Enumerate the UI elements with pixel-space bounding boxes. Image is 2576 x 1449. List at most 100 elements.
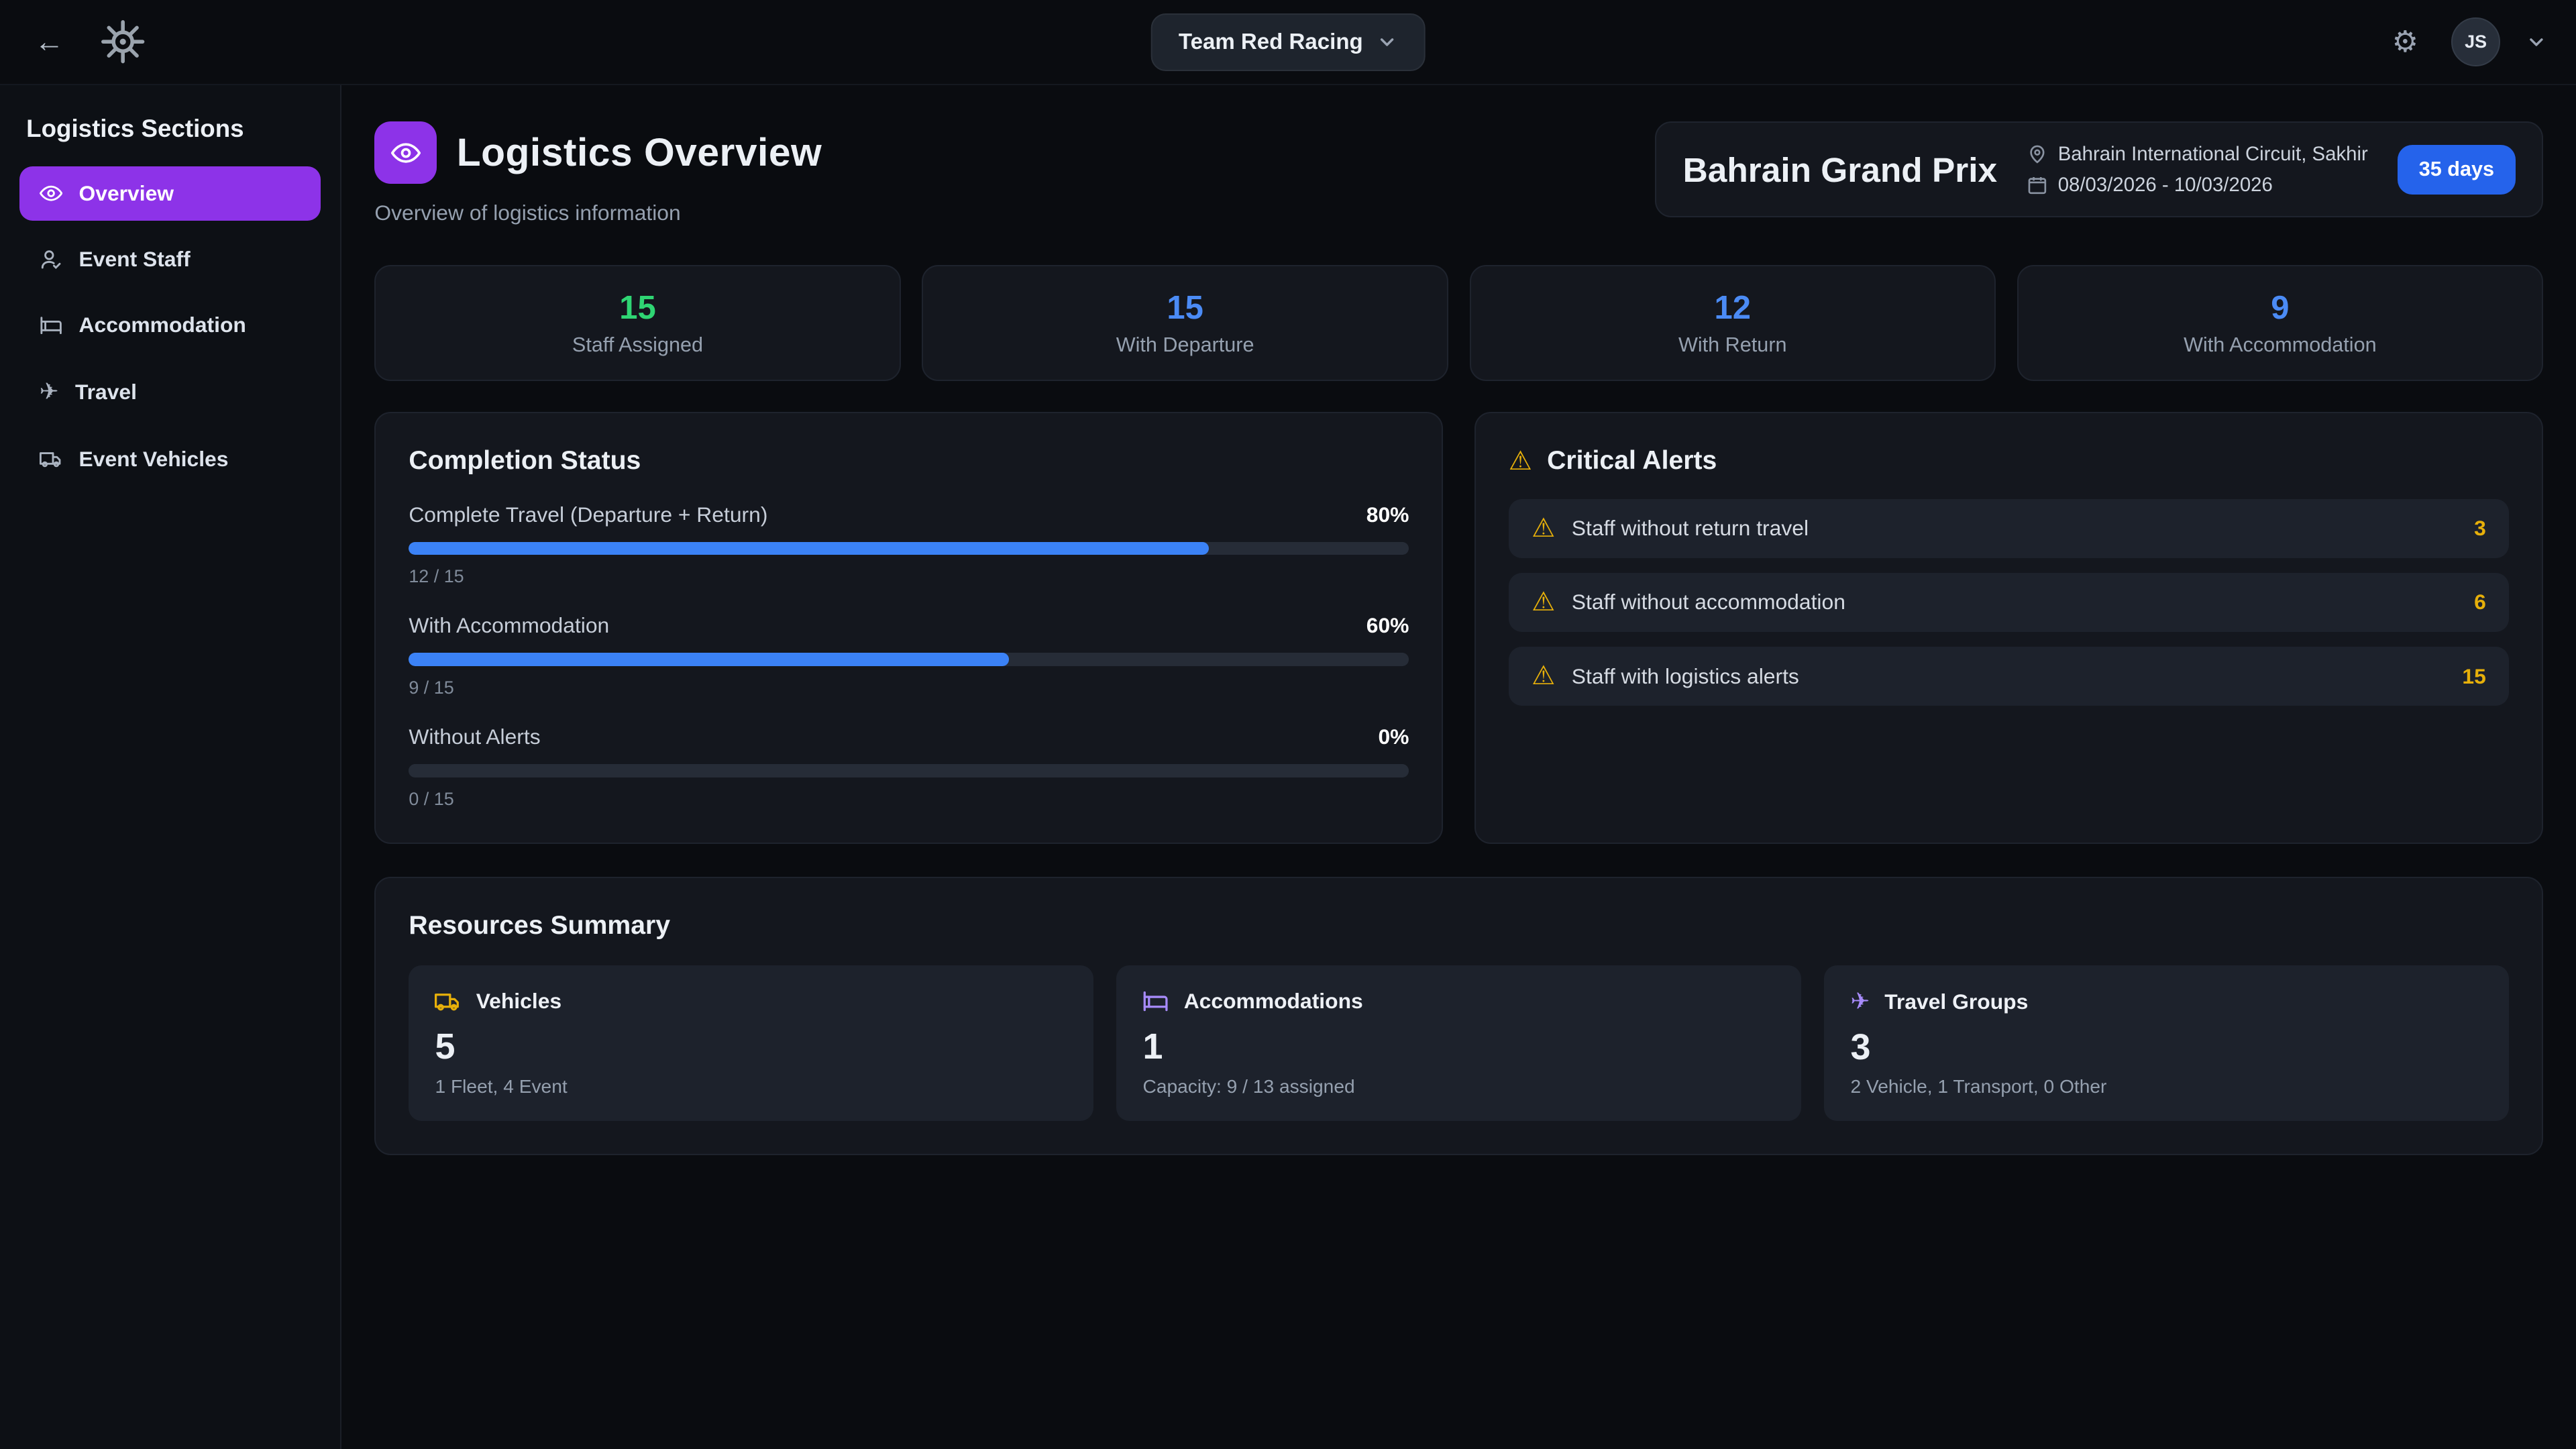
- middle-row: Completion Status Complete Travel (Depar…: [374, 412, 2543, 844]
- app-logo-steering-wheel-icon: [92, 11, 154, 73]
- resource-grid: Vehicles 5 1 Fleet, 4 Event Accommodatio…: [409, 965, 2509, 1121]
- warning-triangle-icon: ⚠: [1532, 589, 1555, 615]
- truck-icon: [435, 988, 461, 1014]
- app-root: ← Team Red Racing: [0, 0, 2576, 1449]
- alert-item-return-travel[interactable]: ⚠ Staff without return travel 3: [1509, 499, 2509, 558]
- shell: Logistics Sections Overview Event Staff …: [0, 85, 2576, 1449]
- user-icon: [40, 248, 62, 270]
- warning-triangle-icon: ⚠: [1532, 663, 1555, 689]
- completion-status-title: Completion Status: [409, 446, 1409, 476]
- critical-alerts-card: ⚠ Critical Alerts ⚠ Staff without return…: [1474, 412, 2543, 844]
- team-selector-button[interactable]: Team Red Racing: [1151, 13, 1426, 71]
- alert-count: 3: [2474, 516, 2486, 541]
- topbar-left: ←: [23, 11, 154, 73]
- alert-list: ⚠ Staff without return travel 3 ⚠ Staff …: [1509, 499, 2509, 706]
- alert-count: 6: [2474, 590, 2486, 614]
- stat-label: Staff Assigned: [399, 333, 877, 357]
- progress-percent: 0%: [1378, 724, 1409, 749]
- progress-count: 12 / 15: [409, 566, 1409, 587]
- alert-label: Staff without accommodation: [1572, 590, 1845, 614]
- page-header-left: Logistics Overview Overview of logistics…: [374, 121, 822, 225]
- progress-row-complete-travel: Complete Travel (Departure + Return) 80%…: [409, 502, 1409, 588]
- event-card: Bahrain Grand Prix Bahrain International…: [1655, 121, 2543, 217]
- warning-triangle-icon: ⚠: [1532, 515, 1555, 541]
- settings-button[interactable]: ⚙: [2379, 15, 2431, 68]
- alert-label: Staff with logistics alerts: [1572, 664, 1799, 689]
- resource-detail: 1 Fleet, 4 Event: [435, 1076, 1067, 1097]
- gear-icon: ⚙: [2392, 25, 2419, 59]
- sidebar-item-label: Overview: [79, 181, 174, 206]
- progress-fill: [409, 542, 1209, 555]
- sidebar-item-label: Travel: [75, 380, 137, 405]
- stats-row: 15 Staff Assigned 15 With Departure 12 W…: [374, 265, 2543, 381]
- resource-label: Travel Groups: [1884, 989, 2028, 1014]
- progress-row-without-alerts: Without Alerts 0% 0 / 15: [409, 724, 1409, 810]
- progress-count: 9 / 15: [409, 678, 1409, 698]
- stat-card-staff-assigned: 15 Staff Assigned: [374, 265, 900, 381]
- event-location: Bahrain International Circuit, Sakhir: [2058, 143, 2368, 166]
- page-header: Logistics Overview Overview of logistics…: [374, 121, 2543, 225]
- stat-card-with-departure: 15 With Departure: [922, 265, 1448, 381]
- stat-label: With Accommodation: [2041, 333, 2519, 357]
- resource-value: 5: [435, 1026, 1067, 1067]
- progress-fill: [409, 653, 1009, 666]
- stat-label: With Return: [1494, 333, 1972, 357]
- sidebar-item-label: Event Vehicles: [79, 447, 229, 472]
- sidebar-item-label: Accommodation: [79, 313, 246, 337]
- completion-status-card: Completion Status Complete Travel (Depar…: [374, 412, 1443, 844]
- event-dates: 08/03/2026 - 10/03/2026: [2058, 174, 2273, 197]
- warning-triangle-icon: ⚠: [1509, 448, 1532, 474]
- critical-alerts-title: Critical Alerts: [1547, 446, 1717, 476]
- page-title: Logistics Overview: [457, 130, 822, 175]
- chevron-down-icon: [2526, 32, 2547, 53]
- stat-value: 15: [399, 289, 877, 327]
- bed-icon: [1142, 988, 1169, 1014]
- resource-card-vehicles: Vehicles 5 1 Fleet, 4 Event: [409, 965, 1093, 1121]
- topbar: ← Team Red Racing: [0, 0, 2576, 85]
- resources-summary-card: Resources Summary Vehicles 5 1 Fleet, 4 …: [374, 877, 2543, 1155]
- plane-icon: ✈: [40, 378, 59, 405]
- sidebar-item-overview[interactable]: Overview: [19, 166, 321, 221]
- topbar-right: ⚙ JS: [2379, 15, 2553, 68]
- sidebar-title: Logistics Sections: [19, 115, 321, 166]
- sidebar: Logistics Sections Overview Event Staff …: [0, 85, 341, 1449]
- calendar-icon: [2027, 174, 2048, 196]
- progress-label: Complete Travel (Departure + Return): [409, 502, 767, 527]
- event-name: Bahrain Grand Prix: [1683, 150, 1998, 190]
- team-selector-label: Team Red Racing: [1179, 30, 1363, 55]
- resource-label: Accommodations: [1184, 989, 1363, 1014]
- page-subtitle: Overview of logistics information: [374, 201, 822, 225]
- progress-track: [409, 653, 1409, 666]
- sidebar-item-event-vehicles[interactable]: Event Vehicles: [19, 432, 321, 486]
- resource-value: 1: [1142, 1026, 1774, 1067]
- progress-track: [409, 764, 1409, 777]
- alert-item-logistics-alerts[interactable]: ⚠ Staff with logistics alerts 15: [1509, 647, 2509, 706]
- resource-label: Vehicles: [476, 989, 561, 1014]
- days-remaining-badge: 35 days: [2398, 145, 2516, 195]
- resource-value: 3: [1851, 1026, 2483, 1068]
- bed-icon: [40, 314, 62, 337]
- profile-menu-button[interactable]: [2520, 15, 2553, 68]
- avatar[interactable]: JS: [2451, 17, 2500, 66]
- eye-icon: [40, 182, 62, 205]
- back-arrow-icon: ←: [34, 25, 64, 59]
- back-button[interactable]: ←: [23, 15, 75, 68]
- chevron-down-icon: [1376, 32, 1397, 53]
- stat-card-with-accommodation: 9 With Accommodation: [2017, 265, 2543, 381]
- truck-icon: [40, 447, 62, 470]
- sidebar-item-travel[interactable]: ✈ Travel: [19, 364, 321, 420]
- resources-summary-title: Resources Summary: [409, 911, 2509, 941]
- stat-label: With Departure: [947, 333, 1424, 357]
- main-content: Logistics Overview Overview of logistics…: [341, 85, 2576, 1449]
- sidebar-item-accommodation[interactable]: Accommodation: [19, 298, 321, 352]
- overview-eye-icon: [374, 121, 437, 184]
- progress-label: With Accommodation: [409, 613, 609, 638]
- progress-count: 0 / 15: [409, 789, 1409, 810]
- progress-label: Without Alerts: [409, 724, 540, 749]
- stat-value: 9: [2041, 289, 2519, 327]
- plane-icon: ✈: [1851, 988, 1870, 1015]
- sidebar-item-event-staff[interactable]: Event Staff: [19, 232, 321, 286]
- avatar-initials: JS: [2465, 32, 2487, 52]
- progress-percent: 60%: [1366, 613, 1409, 638]
- alert-item-accommodation[interactable]: ⚠ Staff without accommodation 6: [1509, 573, 2509, 632]
